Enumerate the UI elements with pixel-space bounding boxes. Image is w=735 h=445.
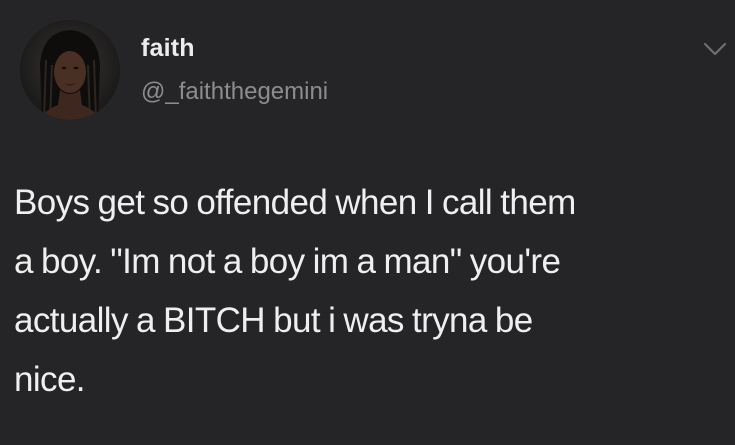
author-display-name[interactable]: faith (141, 33, 195, 63)
tweet-card: faith @_faiththegemini Boys get so offen… (0, 0, 735, 445)
tweet-text-line: nice. (14, 360, 86, 399)
tweet-text-line: a boy. "Im not a boy im a man" you're (14, 242, 561, 281)
avatar[interactable] (20, 20, 120, 120)
tweet-body: Boys get so offended when I call them a … (14, 173, 726, 409)
chevron-down-icon[interactable] (702, 40, 728, 58)
author-handle[interactable]: @_faiththegemini (141, 78, 328, 106)
profile-photo-icon (20, 20, 120, 120)
tweet-text-line: Boys get so offended when I call them (14, 183, 576, 222)
tweet-text-line: actually a BITCH but i was tryna be (14, 301, 533, 340)
